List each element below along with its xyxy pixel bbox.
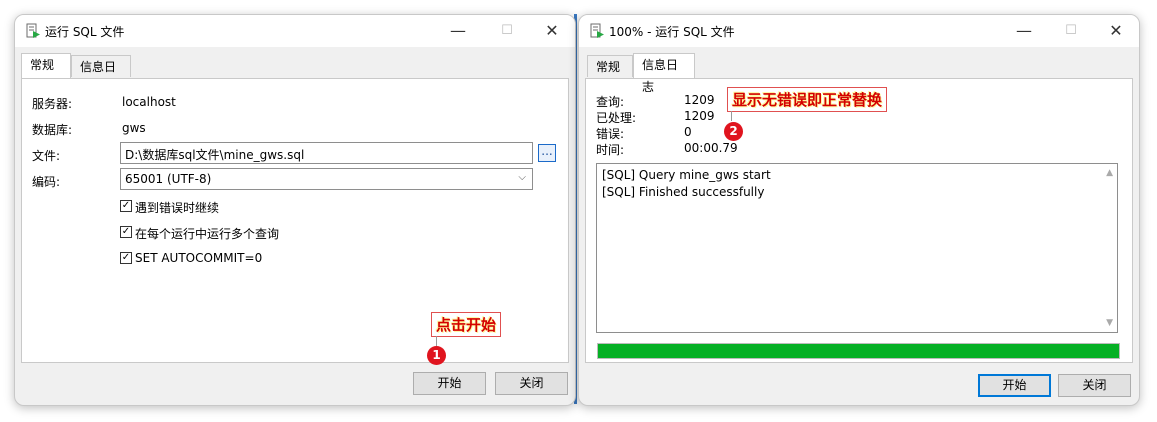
encoding-value: 65001 (UTF-8) <box>125 172 212 186</box>
log-output[interactable]: [SQL] Query mine_gws start [SQL] Finishe… <box>596 163 1118 333</box>
minimize-button[interactable]: — <box>443 19 473 43</box>
start-button[interactable]: 开始 <box>978 374 1051 397</box>
checkbox-checked-icon[interactable]: ✓ <box>120 252 132 264</box>
annotation-leader <box>436 336 437 346</box>
processed-value: 1209 <box>684 109 715 123</box>
progress-fill <box>598 344 1119 358</box>
sql-file-run-icon <box>26 23 40 38</box>
time-label: 时间: <box>596 143 625 157</box>
run-sql-dialog: 运行 SQL 文件 — ☐ ✕ 常规 信息日志 服务器: localhost 数… <box>14 14 576 406</box>
step-badge-2: 2 <box>724 122 743 141</box>
database-value: gws <box>122 121 146 135</box>
run-sql-progress-dialog: 100% - 运行 SQL 文件 — ☐ ✕ 常规 信息日志 查询: 1209 … <box>578 14 1140 406</box>
processed-label: 已处理: <box>596 111 637 125</box>
tab-info-log[interactable]: 信息日志 <box>633 53 695 94</box>
window-title: 运行 SQL 文件 <box>45 25 125 39</box>
option-label: 遇到错误时继续 <box>135 201 220 215</box>
close-button[interactable]: 关闭 <box>1058 374 1131 397</box>
start-button[interactable]: 开始 <box>413 372 486 395</box>
title-bar[interactable]: 运行 SQL 文件 — ☐ ✕ <box>15 15 575 47</box>
progress-bar <box>597 343 1120 359</box>
option-label: 在每个运行中运行多个查询 <box>135 227 280 241</box>
file-path-field[interactable]: D:\数据库sql文件\mine_gws.sql <box>120 142 533 164</box>
maximize-button[interactable]: ☐ <box>492 19 522 43</box>
annotation-no-errors: 显示无错误即正常替换 <box>727 87 888 112</box>
time-value: 00:00.79 <box>684 141 738 155</box>
checkbox-checked-icon[interactable]: ✓ <box>120 226 132 238</box>
tab-general[interactable]: 常规 <box>587 55 633 77</box>
errors-label: 错误: <box>596 127 625 141</box>
scroll-up-icon[interactable]: ▲ <box>1106 168 1113 178</box>
chevron-down-icon: ⌵ <box>518 172 526 183</box>
checkbox-checked-icon[interactable]: ✓ <box>120 200 132 212</box>
window-title: 100% - 运行 SQL 文件 <box>609 25 735 39</box>
tab-info-log[interactable]: 信息日志 <box>71 55 131 96</box>
errors-value: 0 <box>684 125 692 139</box>
annotation-click-start: 点击开始 <box>431 312 502 337</box>
step-badge-1: 1 <box>427 346 446 365</box>
maximize-button[interactable]: ☐ <box>1056 19 1086 43</box>
encoding-label: 编码: <box>32 175 61 189</box>
option-label: SET AUTOCOMMIT=0 <box>135 251 263 265</box>
server-label: 服务器: <box>32 97 73 111</box>
minimize-button[interactable]: — <box>1009 19 1039 43</box>
file-label: 文件: <box>32 149 61 163</box>
title-bar[interactable]: 100% - 运行 SQL 文件 — ☐ ✕ <box>579 15 1139 47</box>
annotation-leader <box>731 111 732 121</box>
encoding-select[interactable]: 65001 (UTF-8) ⌵ <box>120 168 533 190</box>
tab-general[interactable]: 常规 <box>21 53 71 78</box>
sql-file-run-icon <box>590 23 604 38</box>
query-value: 1209 <box>684 93 715 107</box>
info-log-panel: 查询: 1209 已处理: 1209 错误: 0 时间: 00:00.79 [S… <box>585 78 1133 363</box>
log-line: [SQL] Query mine_gws start <box>602 168 771 182</box>
database-label: 数据库: <box>32 123 73 137</box>
query-label: 查询: <box>596 95 625 109</box>
close-window-button[interactable]: ✕ <box>537 19 567 43</box>
scroll-down-icon[interactable]: ▼ <box>1106 318 1113 328</box>
server-value: localhost <box>122 95 176 109</box>
close-button[interactable]: 关闭 <box>495 372 568 395</box>
browse-file-button[interactable]: ... <box>538 144 556 162</box>
close-window-button[interactable]: ✕ <box>1101 19 1131 43</box>
log-line: [SQL] Finished successfully <box>602 185 765 199</box>
